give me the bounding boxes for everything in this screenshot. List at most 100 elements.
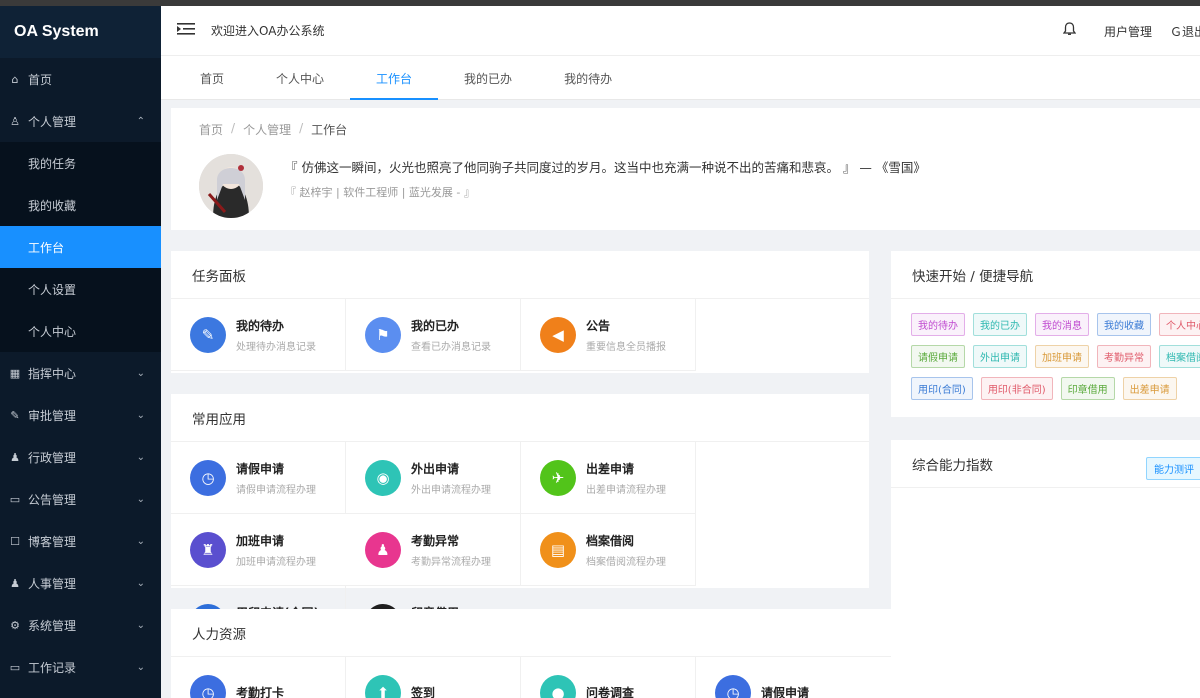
- sidebar: OA System ⌂ 首页 ♙ 个人管理 ⌃ 我的任务 我的收藏 工作台 个人…: [0, 6, 161, 698]
- quick-nav-tag[interactable]: 我的收藏: [1097, 313, 1151, 336]
- clock-icon: ◷: [190, 459, 226, 496]
- app-tile[interactable]: ◉ 外出申请 外出申请流程办理: [346, 442, 521, 514]
- app-tile-title: 加班申请: [236, 533, 285, 548]
- app-tile[interactable]: ◷ 考勤打卡: [171, 657, 346, 698]
- app-tile[interactable]: ▤ 档案借阅 档案借阅流程办理: [521, 514, 696, 586]
- gear-icon: ⚙: [10, 618, 20, 632]
- people-icon: ♟: [10, 576, 20, 590]
- card-title: 综合能力指数 能力测评: [891, 440, 1200, 488]
- hr-card: 人力资源 ◷ 考勤打卡 ⬆ 签到 ● 问卷调查 ◷ 请假申请: [171, 609, 891, 698]
- breadcrumb-item[interactable]: 首页: [199, 121, 223, 138]
- menu-toggle-icon[interactable]: [177, 21, 197, 40]
- video-icon: ▭: [9, 492, 21, 506]
- avatar: [199, 154, 263, 218]
- app-tile-subtitle: 考勤异常流程办理: [411, 556, 491, 568]
- app-tile[interactable]: ⬆ 签到: [346, 657, 521, 698]
- sidebar-item-notice[interactable]: ▭ 公告管理 ⌄: [0, 478, 161, 520]
- bell-icon[interactable]: [1062, 22, 1077, 40]
- app-tile[interactable]: ♜ 加班申请 加班申请流程办理: [171, 514, 346, 586]
- breadcrumb: 首页 / 个人管理 / 工作台: [199, 121, 348, 138]
- sidebar-item-system[interactable]: ⚙ 系统管理 ⌄: [0, 604, 161, 646]
- welcome-text: 欢迎进入OA办公系统: [211, 24, 325, 38]
- task-panel-card: 任务面板 ✎ 我的待办 处理待办消息记录 ⚑ 我的已办 查看已办消息记录 ◀ 公告 重要信息全员…: [171, 251, 869, 443]
- hr-grid: ◷ 考勤打卡 ⬆ 签到 ● 问卷调查 ◷ 请假申请: [171, 657, 891, 698]
- sidebar-item-blog[interactable]: ☐ 博客管理 ⌄: [0, 520, 161, 562]
- tab-workbench[interactable]: 工作台: [350, 56, 439, 100]
- sidebar-item-home[interactable]: ⌂ 首页: [0, 58, 161, 100]
- lamp-icon: ♜: [190, 531, 226, 568]
- sidebar-item-command-center[interactable]: ▦ 指挥中心 ⌄: [0, 352, 161, 394]
- sidebar-item-personal-center[interactable]: 个人中心: [0, 310, 161, 352]
- page-tabs: 首页 个人中心 工作台 我的已办 我的待办: [161, 56, 1200, 100]
- edit-icon: ✎: [190, 316, 226, 353]
- sidebar-submenu-personal: 我的任务 我的收藏 工作台 个人设置 个人中心: [0, 142, 161, 352]
- sidebar-item-work-log[interactable]: ▭ 工作记录 ⌄: [0, 646, 161, 688]
- quick-nav-tag[interactable]: 我的消息: [1035, 313, 1089, 336]
- sidebar-item-personal[interactable]: ♙ 个人管理 ⌃: [0, 100, 161, 142]
- sidebar-item-label: 行政管理: [28, 450, 77, 465]
- user-icon: ♟: [365, 531, 401, 568]
- chevron-down-icon: ⌄: [136, 619, 145, 631]
- quick-nav-tag[interactable]: 用印(非合同): [980, 377, 1053, 400]
- app-tile-subtitle: 档案借阅流程办理: [586, 556, 666, 568]
- quick-nav-tag[interactable]: 出差申请: [1122, 377, 1177, 400]
- sidebar-item-label: 系统管理: [28, 618, 77, 633]
- quick-nav-tag[interactable]: 考勤异常: [1097, 345, 1151, 368]
- tab-personal-center[interactable]: 个人中心: [250, 56, 350, 100]
- profile-quote: 『 仿佛这一瞬间，火光也照亮了他同驹子共同度过的岁月。这当中也充满一种说不出的苦…: [285, 160, 926, 175]
- app-tile[interactable]: ◷ 请假申请请假申请流程办理: [171, 442, 346, 514]
- card-title: 人力资源: [171, 609, 891, 657]
- quick-nav-tag[interactable]: 档案借阅: [1159, 345, 1200, 368]
- archive-icon: ▤: [540, 531, 576, 568]
- app-tile-title: 请假申请: [761, 686, 810, 698]
- quick-nav-tag[interactable]: 个人中心: [1159, 313, 1200, 336]
- sidebar-item-my-tasks[interactable]: 我的任务: [0, 142, 161, 184]
- sidebar-item-label: 人事管理: [28, 576, 77, 591]
- app-tile[interactable]: ♟ 考勤异常 考勤异常流程办理: [346, 514, 521, 586]
- sidebar-item-label: 首页: [28, 72, 53, 87]
- app-tile-title: 出差申请: [586, 461, 635, 476]
- user-management-link[interactable]: 用户管理: [1104, 23, 1152, 40]
- tab-done[interactable]: 我的已办: [438, 56, 538, 100]
- breadcrumb-item[interactable]: 个人管理: [243, 121, 291, 138]
- app-tile-title: 我的已办: [411, 318, 460, 333]
- sidebar-item-workbench[interactable]: 工作台: [0, 226, 161, 268]
- quick-nav-tag[interactable]: 请假申请: [911, 345, 965, 368]
- logout-button[interactable]: Ｇ退出: [1170, 23, 1200, 40]
- app-tile[interactable]: ◀ 公告 重要信息全员播报: [521, 299, 696, 371]
- card-title: 快速开始 / 便捷导航: [891, 251, 1200, 299]
- card-title: 常用应用: [171, 394, 869, 442]
- app-tile-subtitle: 出差申请流程办理: [586, 484, 666, 496]
- edit-icon: ☐: [10, 534, 20, 548]
- app-tile[interactable]: ✎ 我的待办 处理待办消息记录: [171, 299, 346, 371]
- app-tile[interactable]: ✈ 出差申请出差申请流程办理: [521, 442, 696, 514]
- quick-nav-tag[interactable]: 我的已办: [973, 313, 1027, 336]
- quick-nav-tag[interactable]: 我的待办: [911, 313, 965, 336]
- app-tile-title: 请假申请: [236, 461, 285, 476]
- quick-nav-tag[interactable]: 用印(合同): [911, 377, 973, 400]
- sidebar-item-approval[interactable]: ✎ 审批管理 ⌄: [0, 394, 161, 436]
- quick-nav-tag[interactable]: 加班申请: [1035, 345, 1089, 368]
- calendar-icon: ◷: [715, 674, 751, 698]
- sidebar-item-personal-settings[interactable]: 个人设置: [0, 268, 161, 310]
- plane-icon: ✈: [540, 459, 576, 496]
- app-tile[interactable]: ⚑ 我的已办 查看已办消息记录: [346, 299, 521, 371]
- tab-home[interactable]: 首页: [174, 56, 250, 100]
- common-apps-card: 常用应用 ◷ 请假申请请假申请流程办理 ◉ 外出申请 外出申请流程办理 ✈ 出差申请出差申请…: [171, 394, 869, 658]
- sidebar-item-admin[interactable]: ♟ 行政管理 ⌄: [0, 436, 161, 478]
- sidebar-item-label: 工作记录: [28, 660, 77, 675]
- tab-todo[interactable]: 我的待办: [538, 56, 638, 100]
- app-tile-subtitle: 请假申请流程办理: [236, 484, 316, 496]
- app-tile[interactable]: ● 问卷调查: [521, 657, 696, 698]
- chevron-down-icon: ⌄: [136, 367, 145, 379]
- ability-test-button[interactable]: 能力测评: [1146, 457, 1200, 480]
- logout-label: 退出: [1181, 24, 1200, 39]
- clock-icon: ◷: [190, 674, 226, 698]
- app-tile[interactable]: ◷ 请假申请: [696, 657, 871, 698]
- sidebar-item-label: 公告管理: [28, 492, 77, 507]
- sidebar-item-hr[interactable]: ♟ 人事管理 ⌄: [0, 562, 161, 604]
- quick-nav-tag[interactable]: 印章借用: [1060, 377, 1115, 400]
- quick-nav-card: 快速开始 / 便捷导航 我的待办我的已办我的消息我的收藏个人中心请假申请外出申请…: [891, 251, 1200, 417]
- sidebar-item-my-favorites[interactable]: 我的收藏: [0, 184, 161, 226]
- quick-nav-tag[interactable]: 外出申请: [973, 345, 1027, 368]
